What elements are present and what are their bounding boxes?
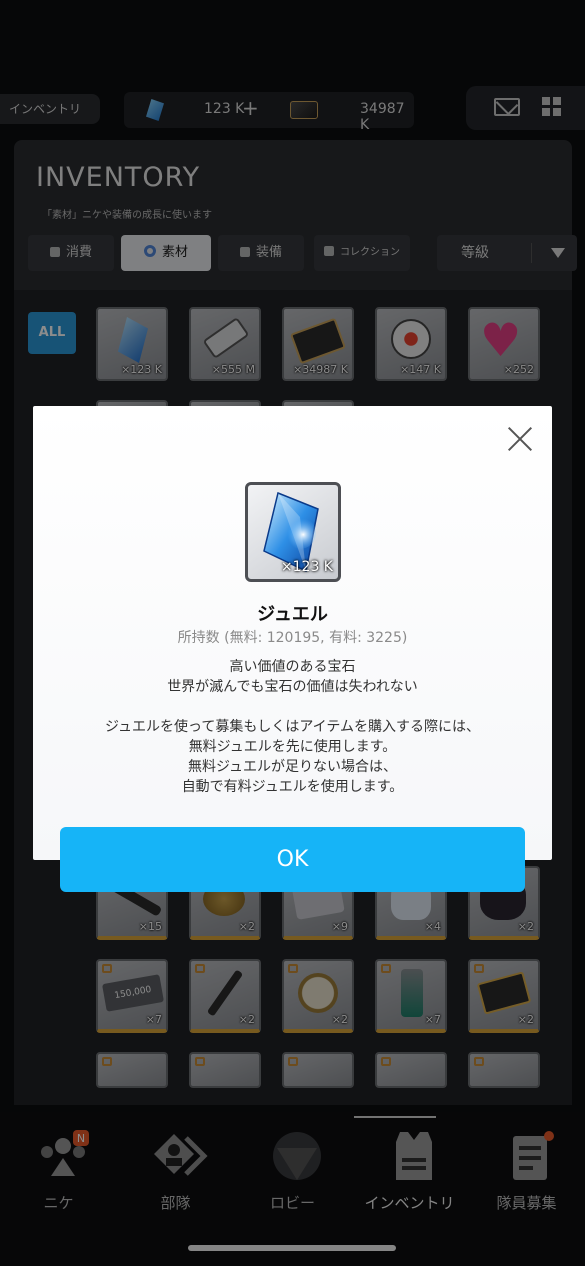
item-preview: ×123 K [245, 482, 341, 582]
description-line: 高い価値のある宝石 [229, 659, 356, 675]
description-line: ジュエルを使って募集もしくはアイテムを購入する際には、 [105, 719, 480, 735]
item-name: ジュエル [257, 604, 328, 625]
description-line: 世界が滅んでも宝石の価値は失われない [167, 679, 418, 695]
description-line: 無料ジュエルが足りない場合は、 [187, 759, 398, 775]
inventory-screen: インベントリ 123 K + 34987 K INVENTORY 「素材」ニケや… [0, 0, 585, 1266]
description-line: 自動で有料ジュエルを使用します。 [181, 779, 404, 795]
item-owned-count: 所持数 (無料: 120195, 有料: 3225) [177, 630, 408, 646]
item-detail-dialog: ×123 K ジュエル 所持数 (無料: 120195, 有料: 3225) 高… [33, 406, 552, 860]
item-qty: ×123 K [280, 559, 333, 575]
description-line: 無料ジュエルを先に使用します。 [188, 739, 397, 755]
ok-button[interactable]: OK [60, 827, 525, 892]
close-icon[interactable] [507, 426, 533, 452]
item-description: 高い価値のある宝石 世界が滅んでも宝石の価値は失われない ジュエルを使って募集も… [33, 657, 552, 797]
